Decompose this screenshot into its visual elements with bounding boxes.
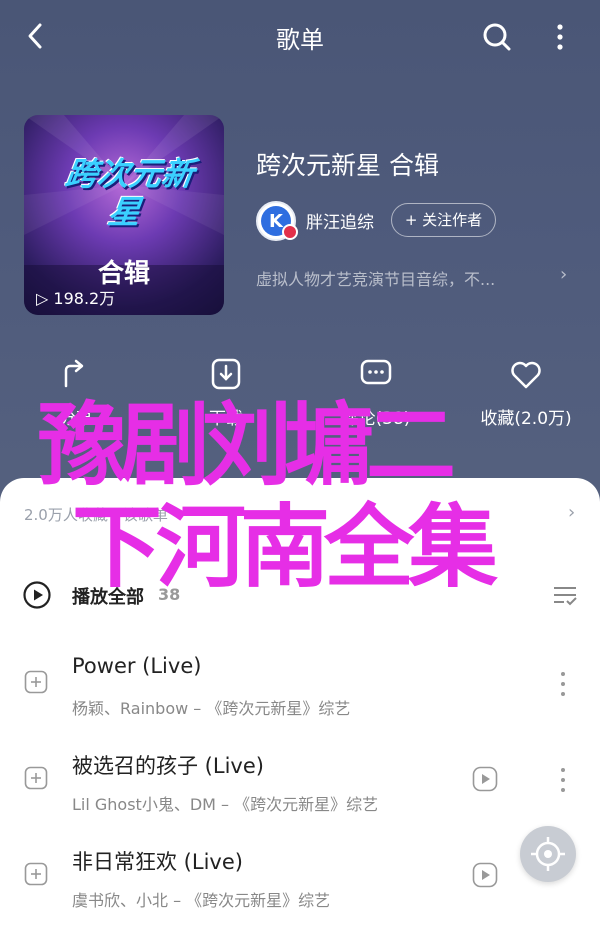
song-title: 被选召的孩子 (Live): [72, 754, 264, 778]
download-label: 下载: [209, 409, 243, 429]
play-count-value: 198.2万: [53, 289, 116, 308]
creator-name[interactable]: 胖汪追综: [306, 208, 374, 233]
share-button[interactable]: 分享: [16, 356, 136, 429]
download-icon: [211, 358, 241, 390]
song-row[interactable]: 被选召的孩子 (Live) Lil Ghost小鬼、DM – 《跨次元新星》综艺: [0, 736, 600, 828]
play-all-button[interactable]: 播放全部: [72, 583, 144, 609]
more-vertical-icon[interactable]: [555, 668, 571, 700]
mv-play-icon[interactable]: [472, 766, 498, 792]
chevron-right-icon[interactable]: ›: [560, 264, 567, 285]
collectors-text[interactable]: 2.0万人收藏了该歌单: [24, 504, 168, 525]
play-all-row: 播放全部 38: [0, 572, 600, 616]
multi-select-icon[interactable]: [550, 580, 580, 610]
play-triangle-icon: ▷: [36, 289, 49, 308]
play-count: ▷ 198.2万: [36, 285, 115, 309]
playlist-description[interactable]: 虚拟人物才艺竞演节目音综，不...: [256, 266, 556, 290]
more-vertical-icon[interactable]: [555, 764, 571, 796]
add-to-list-icon[interactable]: [24, 670, 48, 694]
mv-play-icon[interactable]: [472, 862, 498, 888]
song-title: 非日常狂欢 (Live): [72, 850, 243, 874]
song-meta: Lil Ghost小鬼、DM – 《跨次元新星》综艺: [72, 795, 379, 814]
locate-icon: [531, 837, 565, 871]
playlist-title: 跨次元新星 合辑: [256, 151, 439, 180]
download-button[interactable]: 下载: [166, 356, 286, 429]
comment-icon: [360, 359, 392, 385]
comment-label: 评论(38): [341, 409, 411, 429]
add-to-list-icon[interactable]: [24, 766, 48, 790]
song-row[interactable]: 非日常狂欢 (Live) 虞书欣、小北 – 《跨次元新星》综艺: [0, 832, 600, 924]
share-icon: [64, 359, 84, 388]
song-meta: 虞书欣、小北 – 《跨次元新星》综艺: [72, 891, 331, 910]
comment-button[interactable]: 评论(38): [316, 356, 436, 429]
more-vertical-icon[interactable]: [545, 18, 575, 56]
locate-current-song-button[interactable]: [520, 826, 576, 882]
share-label: 分享: [59, 409, 93, 429]
song-count: 38: [158, 585, 181, 604]
play-circle-icon[interactable]: [22, 580, 52, 610]
cover-logo: 跨次元新星: [62, 155, 197, 231]
song-title: Power (Live): [72, 654, 202, 678]
search-icon[interactable]: [478, 18, 516, 56]
playlist-cover[interactable]: 跨次元新星 合辑 ▷ 198.2万: [24, 115, 224, 315]
song-row[interactable]: Power (Live) 杨颖、Rainbow – 《跨次元新星》综艺: [0, 640, 600, 732]
chevron-right-icon[interactable]: ›: [568, 502, 575, 523]
top-bar: 歌单: [0, 0, 600, 72]
collect-button[interactable]: 收藏(2.0万): [466, 356, 586, 429]
verified-badge-icon: [282, 224, 298, 240]
song-meta: 杨颖、Rainbow – 《跨次元新星》综艺: [72, 699, 351, 718]
heart-icon: [511, 361, 541, 389]
follow-creator-button[interactable]: + 关注作者: [391, 203, 496, 237]
add-to-list-icon[interactable]: [24, 862, 48, 886]
collect-label: 收藏(2.0万): [480, 409, 572, 429]
